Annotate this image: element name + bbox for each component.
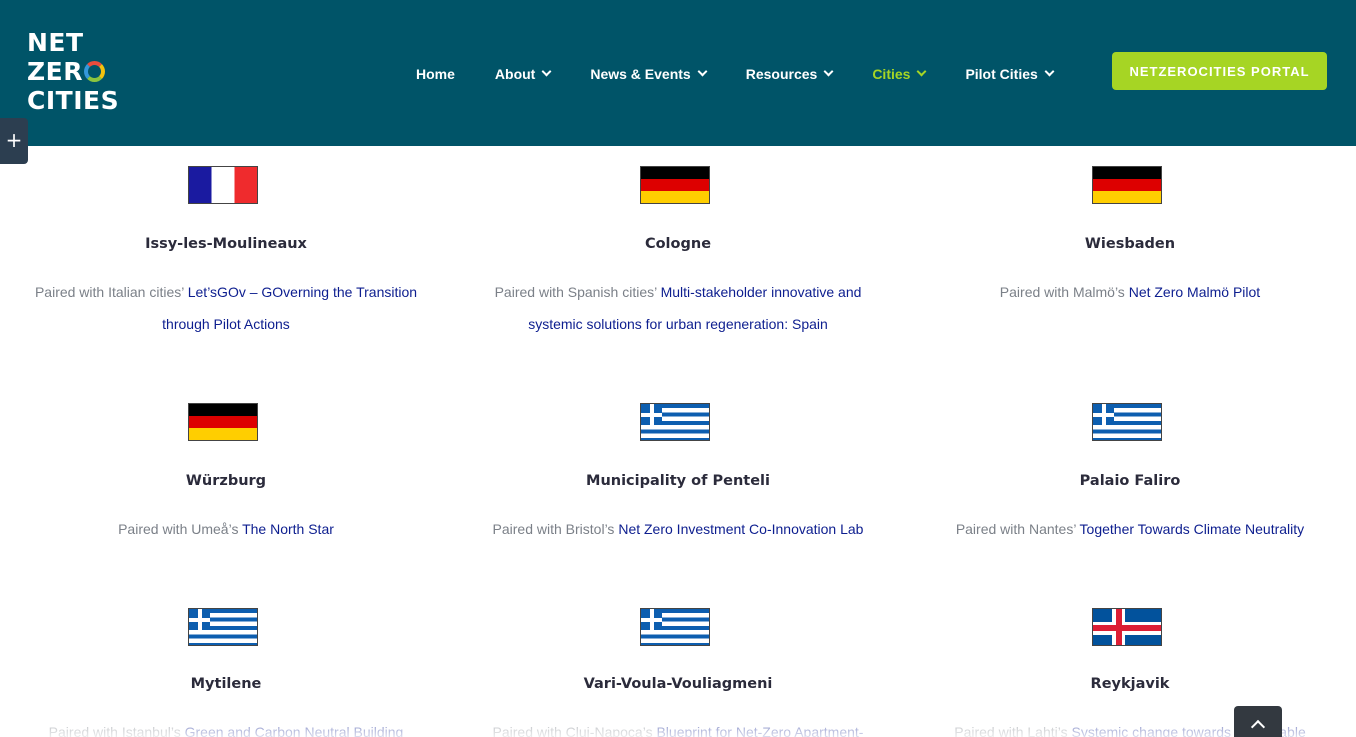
chevron-down-icon: [823, 66, 834, 76]
greece-flag-icon: [1092, 403, 1162, 441]
pilot-link[interactable]: The North Star: [242, 521, 334, 537]
pilot-link[interactable]: Net Zero Malmö Pilot: [1129, 284, 1260, 300]
germany-flag-icon: [1092, 166, 1162, 204]
city-pairing: Paired with Spanish cities’ Multi-stakeh…: [452, 276, 904, 340]
chevron-down-icon: [916, 66, 927, 76]
germany-flag-icon: [640, 166, 710, 204]
nav-cities-label: Cities: [872, 66, 911, 82]
nav-resources-label: Resources: [745, 66, 818, 82]
pairing-prefix: Paired with Nantes’: [955, 521, 1080, 537]
chevron-down-icon: [697, 66, 708, 76]
france-flag-icon: [188, 166, 258, 204]
netzerocities-logo[interactable]: NET ZER CITIES: [27, 28, 127, 118]
city-pairing: Paired with Italian cities’ Let’sGOv – G…: [0, 276, 452, 340]
city-name: Municipality of Penteli: [586, 473, 770, 489]
pairing-prefix: Paired with Lahti’s: [954, 724, 1072, 737]
pairing-prefix: Paired with Spanish cities’: [494, 284, 661, 300]
city-pairing: Paired with Umeå’s The North Star: [0, 513, 452, 545]
city-pairing: Paired with Lahti’s Systemic change towa…: [904, 716, 1356, 737]
site-header: NET ZER CITIES Home About News & Events …: [0, 0, 1356, 146]
city-name: Wiesbaden: [1084, 236, 1176, 252]
pairing-prefix: Paired with Cluj-Napoca’s: [492, 724, 657, 737]
nav-news-events[interactable]: News & Events: [590, 64, 708, 84]
city-pairing: Paired with Malmö’s Net Zero Malmö Pilot: [904, 276, 1356, 308]
logo-line-cities: CITIES: [27, 86, 120, 115]
greece-flag-icon: [640, 403, 710, 441]
nav-home-label: Home: [416, 66, 455, 82]
city-pairing: Paired with Bristol’s Net Zero Investmen…: [452, 513, 904, 545]
city-name: Vari-Voula-Vouliagmeni: [583, 676, 773, 692]
pairing-prefix: Paired with Umeå’s: [118, 521, 243, 537]
logo-ring-icon: [83, 61, 105, 82]
chevron-down-icon: [541, 66, 552, 76]
pilot-link[interactable]: Let’sGOv – GOverning the Transition thro…: [162, 284, 417, 332]
nav-news-events-label: News & Events: [590, 66, 691, 82]
logo-line-net: NET: [27, 28, 84, 57]
scroll-to-top-button[interactable]: [1234, 706, 1282, 737]
city-name: Reykjavik: [1090, 676, 1170, 692]
chevron-down-icon: [1044, 66, 1055, 76]
pilot-link[interactable]: Green and Carbon Neutral Building: [185, 724, 404, 737]
greece-flag-icon: [640, 608, 710, 646]
side-panel-toggle[interactable]: +: [0, 118, 28, 164]
greece-flag-icon: [188, 608, 258, 646]
nav-pilot-cities[interactable]: Pilot Cities: [965, 64, 1055, 84]
iceland-flag-icon: [1092, 608, 1162, 646]
pairing-prefix: Paired with Bristol’s: [492, 521, 619, 537]
nav-about-label: About: [494, 66, 536, 82]
nav-about[interactable]: About: [494, 64, 552, 84]
city-name: Cologne: [644, 236, 712, 252]
pilot-link[interactable]: Blueprint for Net-Zero Apartment-: [656, 724, 863, 737]
logo-line-zero: ZER: [27, 57, 127, 86]
pairing-prefix: Paired with Istanbul’s: [48, 724, 185, 737]
nav-resources[interactable]: Resources: [745, 64, 834, 84]
city-pairing: Paired with Nantes’ Together Towards Cli…: [904, 513, 1356, 545]
portal-button[interactable]: NETZEROCITIES PORTAL: [1112, 52, 1327, 90]
germany-flag-icon: [188, 403, 258, 441]
city-name: Palaio Faliro: [1079, 473, 1181, 489]
pilot-link[interactable]: Together Towards Climate Neutrality: [1080, 521, 1305, 537]
pairing-prefix: Paired with Malmö’s: [999, 284, 1129, 300]
city-name: Issy-les-Moulineaux: [145, 236, 307, 252]
city-name: Mytilene: [190, 676, 262, 692]
nav-pilot-cities-label: Pilot Cities: [965, 66, 1038, 82]
main-nav: Home About News & Events Resources Citie…: [416, 64, 1055, 84]
nav-cities[interactable]: Cities: [872, 64, 927, 84]
nav-home[interactable]: Home: [416, 64, 455, 84]
city-pairing: Paired with Istanbul’s Green and Carbon …: [0, 716, 452, 737]
city-pairing: Paired with Cluj-Napoca’s Blueprint for …: [452, 716, 904, 737]
city-name: Würzburg: [185, 473, 267, 489]
pairing-prefix: Paired with Italian cities’: [34, 284, 188, 300]
pilot-link[interactable]: Net Zero Investment Co-Innovation Lab: [618, 521, 863, 537]
